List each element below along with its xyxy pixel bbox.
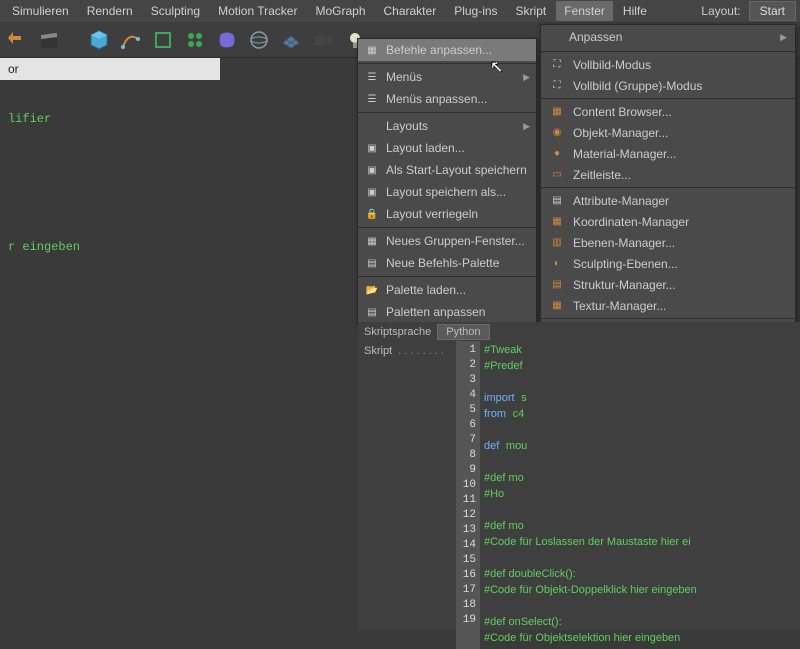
line-gutter: 12345678910111213141516171819	[456, 341, 480, 649]
menuitem-layout-verriegeln[interactable]: 🔒Layout verriegeln	[358, 203, 536, 225]
code-body[interactable]: #Tweak#Predefimport sfrom c4def mou#def …	[480, 341, 701, 649]
menuitem-vollbild-gruppe[interactable]: ⛶Vollbild (Gruppe)-Modus	[541, 75, 795, 96]
menuitem-textur-manager[interactable]: ▦Textur-Manager...	[541, 295, 795, 316]
coord-icon: ▦	[549, 214, 565, 230]
sculpt-icon: ◐	[549, 256, 565, 272]
input-field[interactable]: or	[0, 58, 220, 80]
menuitem-koordinaten-manager[interactable]: ▦Koordinaten-Manager	[541, 211, 795, 232]
deformer-icon[interactable]	[214, 27, 240, 53]
floor-icon[interactable]	[278, 27, 304, 53]
texture-icon: ▦	[549, 298, 565, 314]
menuitem-befehls-palette[interactable]: ▤Neue Befehls-Palette	[358, 252, 536, 274]
menubar: Simulieren Rendern Sculpting Motion Trac…	[0, 0, 800, 22]
layers-icon: ▥	[549, 235, 565, 251]
script-lang-label: Skriptsprache	[364, 326, 431, 338]
menu-hilfe[interactable]: Hilfe	[615, 1, 655, 21]
menuitem-content-browser[interactable]: ▦Content Browser...	[541, 101, 795, 122]
menuitem-paletten-anpassen[interactable]: ▤Paletten anpassen	[358, 301, 536, 323]
menuitem-struktur-manager[interactable]: ▤Struktur-Manager...	[541, 274, 795, 295]
fullscreen-group-icon: ⛶	[549, 78, 565, 94]
timeline-icon: ▭	[549, 167, 565, 183]
menuitem-layout-speichern[interactable]: ▣Layout speichern als...	[358, 181, 536, 203]
layout-label: Layout:	[701, 4, 740, 18]
code-text: lifier	[0, 110, 220, 128]
menuitem-befehle-anpassen[interactable]: ▦Befehle anpassen...	[358, 39, 536, 61]
menuitem-attribute-manager[interactable]: ▤Attribute-Manager	[541, 190, 795, 211]
open-icon: 📂	[364, 282, 380, 298]
menu-mograph[interactable]: MoGraph	[307, 1, 373, 21]
menuitem-anpassen[interactable]: Anpassen▶	[541, 25, 795, 49]
list-icon: ☰	[364, 91, 380, 107]
menu-skript[interactable]: Skript	[508, 1, 555, 21]
code-text: r eingeben	[0, 238, 220, 256]
menus-icon: ☰	[364, 69, 380, 85]
menuitem-sculpting-ebenen[interactable]: ◐Sculpting-Ebenen...	[541, 253, 795, 274]
menuitem-menus[interactable]: ☰Menüs▶	[358, 66, 536, 88]
menu-motion-tracker[interactable]: Motion Tracker	[210, 1, 305, 21]
script-lang-selector[interactable]: Python	[437, 324, 489, 340]
menuitem-ebenen-manager[interactable]: ▥Ebenen-Manager...	[541, 232, 795, 253]
adjust-icon: ▤	[364, 304, 380, 320]
menuitem-objekt-manager[interactable]: ◉Objekt-Manager...	[541, 122, 795, 143]
layout-icon: ▣	[364, 140, 380, 156]
chevron-right-icon: ▶	[780, 32, 787, 43]
menu-fenster[interactable]: Fenster	[556, 1, 613, 21]
nurbs-icon[interactable]	[150, 27, 176, 53]
fenster-dropdown: ▦Befehle anpassen... ☰Menüs▶ ☰Menüs anpa…	[357, 38, 537, 324]
cube-icon[interactable]	[86, 27, 112, 53]
fullscreen-icon: ⛶	[549, 57, 565, 73]
window-icon: ▦	[364, 233, 380, 249]
menuitem-menus-anpassen[interactable]: ☰Menüs anpassen...	[358, 88, 536, 110]
camera-icon[interactable]	[310, 27, 336, 53]
menu-rendern[interactable]: Rendern	[79, 1, 141, 21]
array-icon[interactable]	[182, 27, 208, 53]
menuitem-layout-laden[interactable]: ▣Layout laden...	[358, 137, 536, 159]
menuitem-palette-laden[interactable]: 📂Palette laden...	[358, 279, 536, 301]
menuitem-layouts[interactable]: Layouts▶	[358, 115, 536, 137]
environment-icon[interactable]	[246, 27, 272, 53]
script-label: Skript	[364, 345, 392, 357]
structure-icon: ▤	[549, 277, 565, 293]
menuitem-zeitleiste[interactable]: ▭Zeitleiste...	[541, 164, 795, 185]
left-panel: or lifier r eingeben	[0, 58, 220, 630]
lock-icon: 🔒	[364, 206, 380, 222]
commands-icon: ▦	[364, 42, 380, 58]
menu-simulieren[interactable]: Simulieren	[4, 1, 77, 21]
menu-plugins[interactable]: Plug-ins	[446, 1, 505, 21]
browser-icon: ▦	[549, 104, 565, 120]
save-as-icon: ▣	[364, 184, 380, 200]
clapper-icon[interactable]	[36, 27, 62, 53]
menuitem-gruppen-fenster[interactable]: ▦Neues Gruppen-Fenster...	[358, 230, 536, 252]
menu-sculpting[interactable]: Sculpting	[143, 1, 208, 21]
material-icon: ●	[549, 146, 565, 162]
script-editor: Skriptsprache Python Skript . . . . . . …	[358, 322, 800, 630]
menu-charakter[interactable]: Charakter	[376, 1, 445, 21]
layout-selector[interactable]: Start	[749, 1, 796, 21]
save-icon: ▣	[364, 162, 380, 178]
menuitem-als-start[interactable]: ▣Als Start-Layout speichern	[358, 159, 536, 181]
attribute-icon: ▤	[549, 193, 565, 209]
spline-icon[interactable]	[118, 27, 144, 53]
menuitem-material-manager[interactable]: ●Material-Manager...	[541, 143, 795, 164]
chevron-right-icon: ▶	[523, 72, 530, 83]
menuitem-vollbild[interactable]: ⛶Vollbild-Modus	[541, 54, 795, 75]
undo-icon[interactable]	[4, 27, 30, 53]
chevron-right-icon: ▶	[523, 121, 530, 132]
palette-icon: ▤	[364, 255, 380, 271]
object-icon: ◉	[549, 125, 565, 141]
